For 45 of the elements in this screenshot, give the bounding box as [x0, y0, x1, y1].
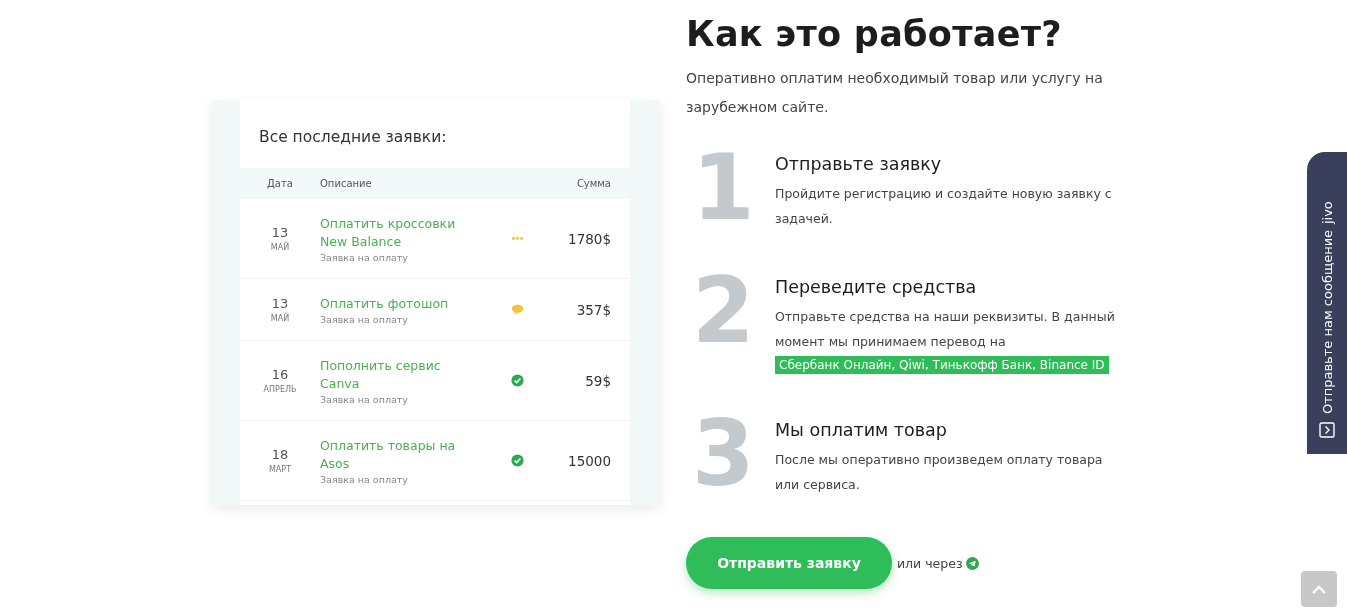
request-link[interactable]: Оплатить фотошоп	[320, 294, 480, 313]
request-link[interactable]: Оплатить кроссовки New Balance	[320, 214, 480, 251]
date-day: 18	[271, 447, 289, 462]
date-day: 13	[271, 296, 289, 311]
step-text: После мы оперативно произведем оплату товара или сервиса.	[775, 451, 1104, 494]
step-title: Отправьте заявку	[775, 154, 943, 174]
chat-label: Отправьте нам сообщение	[1319, 229, 1335, 414]
column-header: Описание	[320, 178, 373, 189]
step-text: Пройдите регистрацию и создайте новую заявку с задачей.	[775, 185, 1113, 228]
request-subtitle: Заявка на оплату	[320, 313, 409, 325]
submit-button[interactable]: Отправить заявку	[686, 537, 892, 589]
column-header: Дата	[266, 178, 294, 189]
step-title: Мы оплатим товар	[775, 420, 948, 440]
alt-text: или через	[897, 555, 963, 571]
request-link[interactable]: Оплатить товары на Asos	[320, 436, 480, 473]
step-number: 2	[691, 271, 756, 365]
column-header: Сумма	[576, 178, 612, 189]
date-month: МАЙ	[270, 314, 290, 323]
amount: 59$	[584, 372, 612, 389]
date-month: МАРТ	[268, 465, 292, 474]
scroll-top-button[interactable]	[1301, 571, 1337, 607]
intro-text: Оперативно оплатим необходимый товар или услугу на зарубежном сайте.	[686, 69, 1104, 117]
paper-plane-icon[interactable]	[965, 556, 979, 570]
chat-widget[interactable]: Отправьте нам сообщение jivo	[1307, 152, 1347, 454]
chevron-up-icon	[1312, 584, 1326, 594]
amount: 15000	[567, 452, 612, 469]
highlighted-text: Сбербанк Онлайн, Qiwi, Тинькофф Банк, Binance ID	[775, 356, 1109, 374]
date-day: 13	[271, 225, 289, 240]
chevron-box-icon	[1319, 422, 1335, 438]
request-link[interactable]: Пополнить сервис Canva	[320, 356, 480, 393]
step-title: Переведите средства	[775, 277, 978, 297]
request-subtitle: Заявка на оплату	[320, 251, 409, 263]
date-month: АПРЕЛЬ	[263, 385, 297, 394]
section-heading: Как это работает?	[686, 14, 1063, 54]
date-month: МАЙ	[270, 243, 290, 252]
brand-text: jivo	[1319, 200, 1335, 224]
date-day: 16	[271, 367, 289, 382]
amount: 1780$	[567, 230, 612, 247]
step-text: Отправьте средства на наши реквизиты. В данный момент мы принимаем перевод на	[775, 308, 1116, 351]
amount: 357$	[575, 301, 612, 318]
request-subtitle: Заявка на оплату	[320, 473, 409, 485]
request-subtitle: Заявка на оплату	[320, 393, 409, 405]
card-title: Все последние заявки:	[258, 127, 448, 148]
step-number: 1	[691, 148, 756, 231]
step-number: 3	[691, 414, 756, 497]
